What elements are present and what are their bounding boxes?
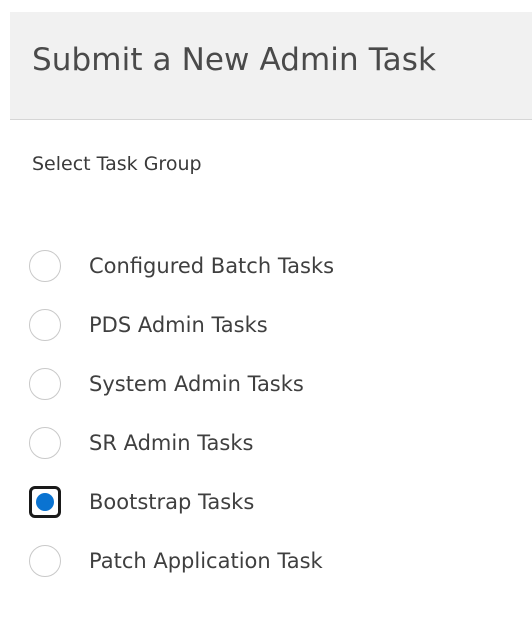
radio-option-patch-application-task[interactable]: Patch Application Task [29, 543, 334, 579]
radio-option-label: SR Admin Tasks [89, 431, 254, 455]
radio-option-label: PDS Admin Tasks [89, 313, 268, 337]
radio-option-label: Bootstrap Tasks [89, 490, 255, 514]
admin-task-panel: Submit a New Admin Task Select Task Grou… [0, 0, 532, 621]
task-group-label: Select Task Group [32, 153, 202, 175]
radio-option-label: System Admin Tasks [89, 372, 304, 396]
dialog-header: Submit a New Admin Task [10, 12, 532, 120]
radio-option-label: Patch Application Task [89, 549, 323, 573]
page-title: Submit a New Admin Task [32, 42, 436, 78]
radio-option-system-admin-tasks[interactable]: System Admin Tasks [29, 366, 334, 402]
radio-option-bootstrap-tasks[interactable]: Bootstrap Tasks [29, 484, 334, 520]
radio-button-selected-icon[interactable] [29, 486, 61, 518]
radio-option-sr-admin-tasks[interactable]: SR Admin Tasks [29, 425, 334, 461]
radio-option-label: Configured Batch Tasks [89, 254, 335, 278]
task-group-radio-list: Configured Batch Tasks PDS Admin Tasks S… [29, 248, 334, 602]
radio-button-icon[interactable] [29, 250, 61, 282]
radio-option-configured-batch-tasks[interactable]: Configured Batch Tasks [29, 248, 334, 284]
radio-button-icon[interactable] [29, 368, 61, 400]
radio-button-icon[interactable] [29, 309, 61, 341]
radio-button-icon[interactable] [29, 545, 61, 577]
radio-option-pds-admin-tasks[interactable]: PDS Admin Tasks [29, 307, 334, 343]
radio-button-icon[interactable] [29, 427, 61, 459]
